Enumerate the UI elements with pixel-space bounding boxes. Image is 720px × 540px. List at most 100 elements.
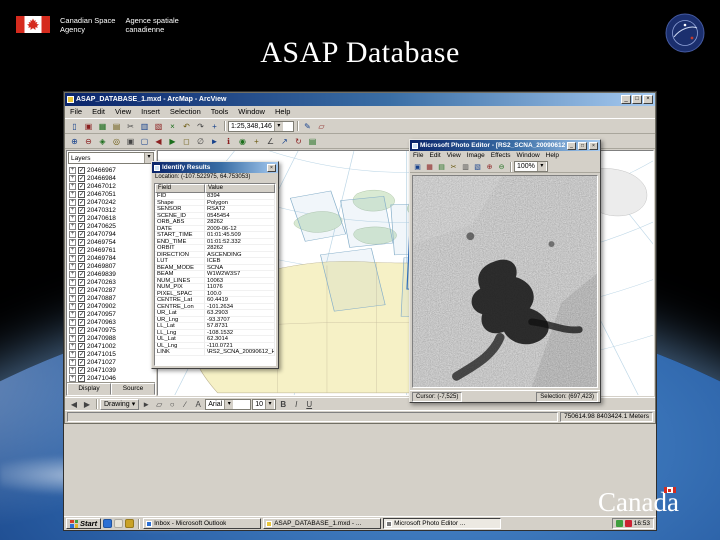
expand-icon[interactable]: + — [69, 206, 76, 214]
layer-item[interactable]: + ✓ 20471046 — [67, 374, 155, 382]
layer-checkbox[interactable]: ✓ — [78, 358, 85, 366]
circle-tool-icon[interactable]: ○ — [166, 399, 178, 410]
expand-icon[interactable]: + — [69, 246, 76, 254]
expand-icon[interactable]: + — [69, 174, 76, 182]
expand-icon[interactable]: + — [69, 262, 76, 270]
fixed-zoom-in-icon[interactable]: ▣ — [124, 135, 137, 147]
arcmap-titlebar[interactable]: ASAP_DATABASE_1.mxd - ArcMap - ArcView _… — [65, 93, 655, 106]
expand-icon[interactable]: + — [69, 374, 76, 382]
expand-icon[interactable]: + — [69, 166, 76, 174]
copy-icon[interactable]: ▥ — [138, 120, 151, 132]
expand-icon[interactable]: + — [69, 214, 76, 222]
layer-item[interactable]: + ✓ 20470312 — [67, 206, 155, 214]
layer-item[interactable]: + ✓ 20469807 — [67, 262, 155, 270]
chevron-down-icon[interactable]: ▾ — [273, 121, 283, 131]
menu-item[interactable]: View — [110, 106, 136, 118]
menu-item[interactable]: Insert — [136, 106, 165, 118]
layer-item[interactable]: + ✓ 20470287 — [67, 286, 155, 294]
editor-toolbar-icon[interactable]: ✎ — [301, 120, 314, 132]
layer-item[interactable]: + ✓ 20470988 — [67, 334, 155, 342]
save-icon[interactable]: ▦ — [96, 120, 109, 132]
font-size-combo[interactable]: 10 ▾ — [252, 398, 277, 410]
photo-editor-titlebar[interactable]: Microsoft Photo Editor - [RS2_SCNA_20090… — [410, 140, 600, 151]
menu-item[interactable]: Image — [464, 151, 488, 161]
task-arcmap[interactable]: ASAP_DATABASE_1.mxd - ... — [263, 518, 382, 529]
tray-icon[interactable] — [624, 520, 632, 527]
layer-item[interactable]: + ✓ 20466967 — [67, 166, 155, 174]
expand-icon[interactable]: + — [69, 350, 76, 358]
expand-icon[interactable]: + — [69, 254, 76, 262]
layer-item[interactable]: + ✓ 20470242 — [67, 198, 155, 206]
layer-checkbox[interactable]: ✓ — [78, 294, 85, 302]
task-photo-editor[interactable]: Microsoft Photo Editor ... — [383, 518, 502, 529]
expand-icon[interactable]: + — [69, 358, 76, 366]
layer-item[interactable]: + ✓ 20469839 — [67, 270, 155, 278]
refresh-icon[interactable]: ↻ — [292, 135, 305, 147]
field-column-header[interactable]: Field — [155, 184, 205, 193]
layer-item[interactable]: + ✓ 20471002 — [67, 342, 155, 350]
layer-item[interactable]: + ✓ 20470625 — [67, 222, 155, 230]
go-to-xy-icon[interactable]: + — [250, 135, 263, 147]
print-icon[interactable]: ▤ — [110, 120, 123, 132]
layer-checkbox[interactable]: ✓ — [78, 182, 85, 190]
menu-item[interactable]: Window — [233, 106, 270, 118]
zoom-out-icon[interactable]: ⊖ — [82, 135, 95, 147]
identify-icon[interactable]: ℹ — [222, 135, 235, 147]
toc-layers-combo[interactable]: Layers ▾ — [68, 152, 154, 164]
layer-checkbox[interactable]: ✓ — [78, 334, 85, 342]
layer-item[interactable]: + ✓ 20470902 — [67, 302, 155, 310]
fixed-zoom-out-icon[interactable]: ▢ — [138, 135, 151, 147]
task-outlook[interactable]: Inbox - Microsoft Outlook — [143, 518, 262, 529]
layer-checkbox[interactable]: ✓ — [78, 310, 85, 318]
close-icon[interactable]: × — [643, 95, 653, 104]
layer-checkbox[interactable]: ✓ — [78, 206, 85, 214]
chevron-down-icon[interactable]: ▾ — [265, 399, 274, 409]
layer-item[interactable]: + ✓ 20470975 — [67, 326, 155, 334]
expand-icon[interactable]: + — [69, 190, 76, 198]
layer-checkbox[interactable]: ✓ — [78, 190, 85, 198]
layer-checkbox[interactable]: ✓ — [78, 318, 85, 326]
zoom-out-icon[interactable]: ⊖ — [496, 162, 507, 172]
expand-icon[interactable]: + — [69, 294, 76, 302]
open-icon[interactable]: ▣ — [82, 120, 95, 132]
layer-checkbox[interactable]: ✓ — [78, 254, 85, 262]
expand-icon[interactable]: + — [69, 342, 76, 350]
menu-item[interactable]: Selection — [165, 106, 206, 118]
identify-table[interactable]: Field Value FID 8394 Shape Polygon SENSO… — [154, 183, 276, 366]
layer-checkbox[interactable]: ✓ — [78, 366, 85, 374]
menu-item[interactable]: Edit — [87, 106, 110, 118]
toolbar-scroll-left-icon[interactable]: ◀ — [68, 399, 80, 410]
clock[interactable]: 16:53 — [634, 520, 650, 527]
layout-view-icon[interactable]: ▱ — [315, 120, 328, 132]
layer-checkbox[interactable]: ✓ — [78, 166, 85, 174]
expand-icon[interactable]: + — [69, 230, 76, 238]
layer-item[interactable]: + ✓ 20467051 — [67, 190, 155, 198]
layer-item[interactable]: + ✓ 20470887 — [67, 294, 155, 302]
expand-icon[interactable]: + — [69, 198, 76, 206]
layer-checkbox[interactable]: ✓ — [78, 374, 85, 382]
expand-icon[interactable]: + — [69, 318, 76, 326]
value-column-header[interactable]: Value — [205, 184, 275, 193]
toolbar-scroll-right-icon[interactable]: ▶ — [81, 399, 93, 410]
layer-item[interactable]: + ✓ 20466984 — [67, 174, 155, 182]
tray-icon[interactable] — [615, 520, 623, 527]
close-icon[interactable]: × — [267, 163, 276, 172]
menu-item[interactable]: File — [410, 151, 426, 161]
select-features-icon[interactable]: ◻ — [180, 135, 193, 147]
zoom-in-icon[interactable]: ⊕ — [484, 162, 495, 172]
html-popup-icon[interactable]: ▤ — [306, 135, 319, 147]
identify-titlebar[interactable]: Identify Results × — [152, 162, 278, 173]
paste-icon[interactable]: ▧ — [152, 120, 165, 132]
layer-item[interactable]: + ✓ 20469754 — [67, 238, 155, 246]
clear-selection-icon[interactable]: ∅ — [194, 135, 207, 147]
font-combo[interactable]: Arial ▾ — [205, 398, 252, 410]
drawing-menu[interactable]: Drawing ▾ — [100, 398, 140, 410]
layer-checkbox[interactable]: ✓ — [78, 246, 85, 254]
italic-icon[interactable]: I — [290, 399, 302, 410]
layer-item[interactable]: + ✓ 20470957 — [67, 310, 155, 318]
expand-icon[interactable]: + — [69, 182, 76, 190]
select-elements-icon[interactable]: ► — [140, 399, 152, 410]
print-icon[interactable]: ▤ — [436, 162, 447, 172]
menu-item[interactable]: View — [444, 151, 464, 161]
layer-checkbox[interactable]: ✓ — [78, 262, 85, 270]
